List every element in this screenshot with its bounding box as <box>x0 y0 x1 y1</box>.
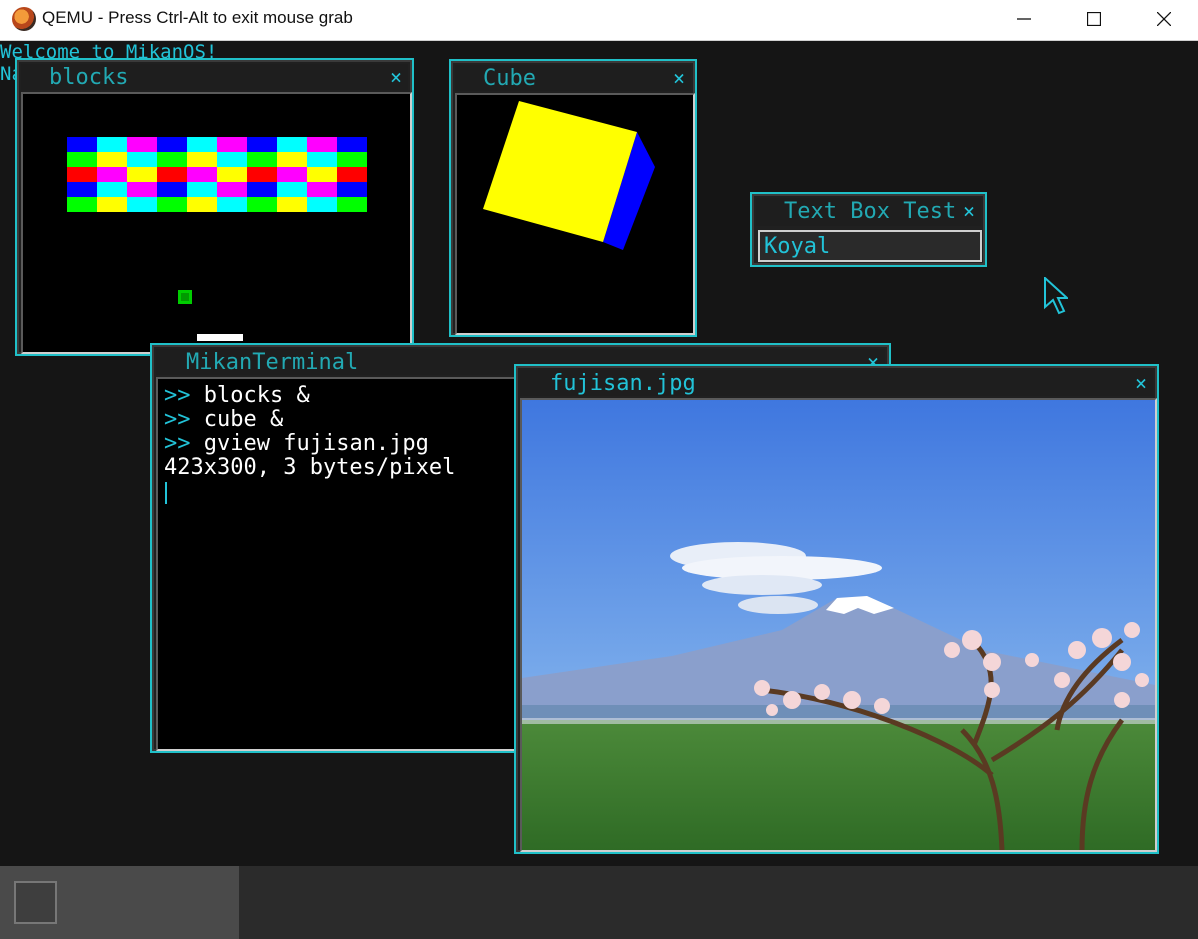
brick <box>247 197 277 212</box>
brick <box>67 167 97 182</box>
cube-window[interactable]: Cube × <box>449 59 697 337</box>
brick <box>337 197 367 212</box>
brick <box>157 167 187 182</box>
brick <box>187 197 217 212</box>
maximize-icon <box>1087 12 1101 26</box>
brick <box>127 197 157 212</box>
brick <box>277 137 307 152</box>
cube-titlebar[interactable]: Cube × <box>455 65 691 91</box>
minimize-icon <box>1017 18 1031 20</box>
brick <box>217 137 247 152</box>
brick <box>157 137 187 152</box>
brick <box>97 152 127 167</box>
brick <box>67 182 97 197</box>
brick <box>217 152 247 167</box>
brick <box>217 197 247 212</box>
ball <box>178 290 192 304</box>
window-title: QEMU - Press Ctrl-Alt to exit mouse grab <box>42 8 353 27</box>
fujisan-photo <box>522 400 1155 851</box>
brick <box>307 152 337 167</box>
textbox-window[interactable]: Text Box Test × Koyal <box>750 192 987 267</box>
gview-title: fujisan.jpg <box>550 371 696 396</box>
cube-graphic <box>483 101 655 250</box>
textbox-title: Text Box Test <box>784 199 957 224</box>
taskbar <box>0 866 1198 939</box>
cube-canvas <box>455 93 695 335</box>
brick <box>217 167 247 182</box>
image-view <box>520 398 1157 852</box>
brick <box>157 197 187 212</box>
brick <box>307 137 337 152</box>
blocks-titlebar[interactable]: blocks × <box>21 64 408 90</box>
textbox-titlebar[interactable]: Text Box Test × <box>756 198 981 226</box>
gview-window[interactable]: fujisan.jpg × <box>514 364 1159 854</box>
brick <box>247 182 277 197</box>
brick <box>127 152 157 167</box>
minimize-button[interactable] <box>1001 0 1047 38</box>
brick <box>337 167 367 182</box>
blocks-close-icon[interactable]: × <box>390 66 402 88</box>
text-cursor <box>165 482 167 504</box>
mouse-pointer-icon <box>1044 277 1068 315</box>
terminal-line: >> blocks & <box>164 383 310 408</box>
cube-close-icon[interactable]: × <box>673 67 685 89</box>
brick <box>127 182 157 197</box>
mikanos-desktop[interactable]: Welcome to MikanOS! Na blocks × Cube × T… <box>0 41 1198 866</box>
brick <box>97 197 127 212</box>
brick <box>127 137 157 152</box>
brick <box>217 182 247 197</box>
text-input[interactable]: Koyal <box>758 230 982 262</box>
gview-close-icon[interactable]: × <box>1135 372 1147 394</box>
qemu-logo-icon <box>12 7 36 31</box>
cube-title: Cube <box>483 66 536 91</box>
brick <box>337 182 367 197</box>
brick <box>247 152 277 167</box>
terminal-line: 423x300, 3 bytes/pixel <box>164 455 456 480</box>
brick <box>67 152 97 167</box>
close-button[interactable] <box>1141 0 1187 38</box>
brick <box>187 167 217 182</box>
brick <box>127 167 157 182</box>
brick <box>157 182 187 197</box>
terminal-line: >> gview fujisan.jpg <box>164 431 429 456</box>
brick <box>277 167 307 182</box>
paddle[interactable] <box>197 334 243 341</box>
brick <box>187 152 217 167</box>
blocks-canvas[interactable] <box>21 92 412 354</box>
start-button[interactable] <box>14 881 57 924</box>
brick <box>307 182 337 197</box>
gview-titlebar[interactable]: fujisan.jpg × <box>520 370 1153 396</box>
brick <box>97 167 127 182</box>
brick <box>307 197 337 212</box>
brick <box>337 152 367 167</box>
brick <box>247 167 277 182</box>
brick <box>157 152 187 167</box>
blocks-window[interactable]: blocks × <box>15 58 414 356</box>
terminal-title: MikanTerminal <box>186 350 359 375</box>
brick <box>277 152 307 167</box>
brick <box>277 182 307 197</box>
brick <box>247 137 277 152</box>
text-input-value: Koyal <box>764 234 831 259</box>
brick <box>97 137 127 152</box>
textbox-close-icon[interactable]: × <box>963 200 975 222</box>
qemu-titlebar: QEMU - Press Ctrl-Alt to exit mouse grab <box>0 0 1198 41</box>
terminal-line: >> cube & <box>164 407 284 432</box>
close-icon <box>1157 12 1171 26</box>
maximize-button[interactable] <box>1071 0 1117 38</box>
brick <box>277 197 307 212</box>
brick <box>307 167 337 182</box>
brick <box>67 197 97 212</box>
brick <box>187 137 217 152</box>
brick <box>187 182 217 197</box>
taskbar-start-area <box>0 866 239 939</box>
brick <box>97 182 127 197</box>
blocks-title: blocks <box>49 65 129 90</box>
brick <box>67 137 97 152</box>
brick <box>337 137 367 152</box>
